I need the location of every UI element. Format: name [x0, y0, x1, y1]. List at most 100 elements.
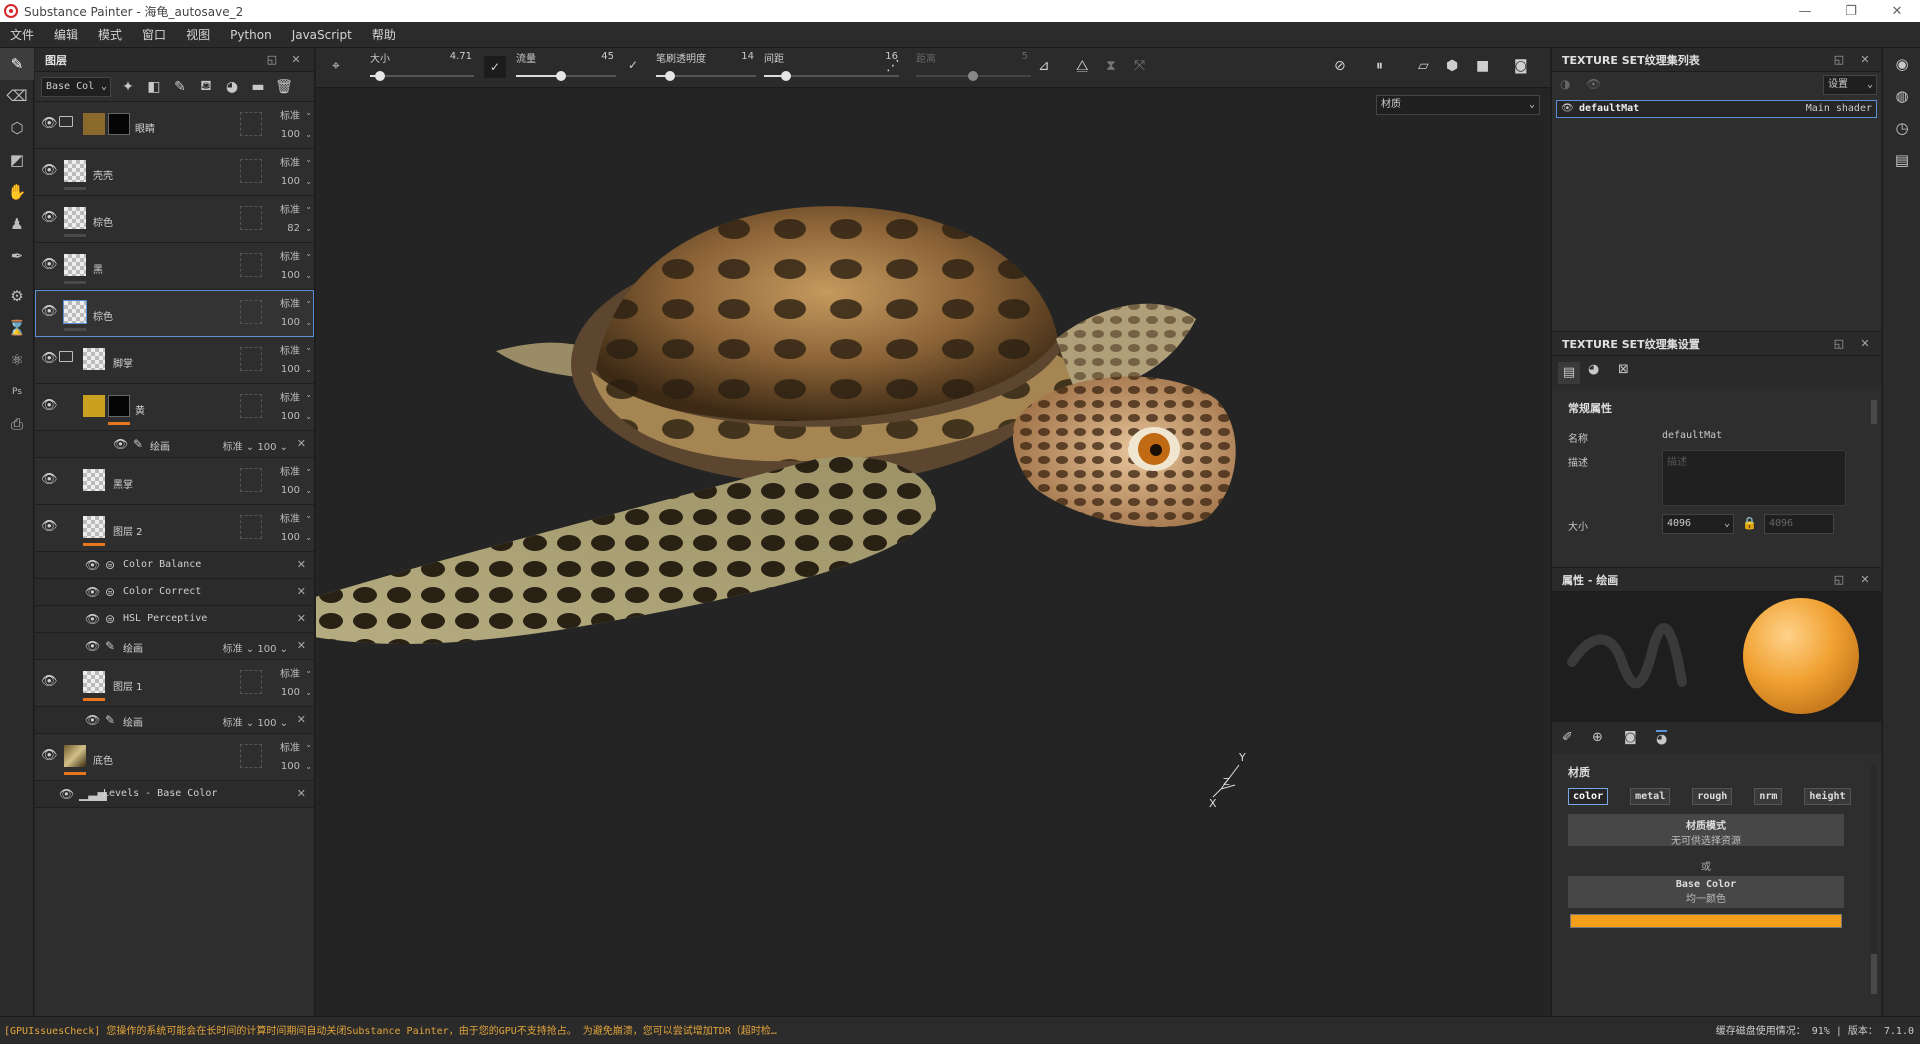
- close-panel-icon[interactable]: ✕: [1857, 52, 1873, 68]
- visibility-eye-icon[interactable]: 👁: [41, 472, 58, 487]
- tab-settings-icon[interactable]: ▤: [1558, 362, 1580, 384]
- line-angle-icon[interactable]: ⊿: [1038, 58, 1050, 74]
- visibility-eye-icon[interactable]: 👁: [41, 748, 58, 763]
- visibility-eye-icon[interactable]: 👁: [113, 437, 128, 451]
- base-color-swatch[interactable]: [1570, 914, 1842, 928]
- layer-blend-mode[interactable]: 标准: [280, 201, 300, 216]
- close-panel-icon[interactable]: ✕: [1857, 572, 1873, 588]
- layer-blend-mode[interactable]: 标准: [280, 154, 300, 169]
- photoshop-icon[interactable]: Ps: [0, 376, 34, 408]
- layer-row[interactable]: 👁 图层 1 标准 ⌄ 100 ⌄: [35, 660, 314, 707]
- layer-opacity[interactable]: 100: [281, 761, 300, 772]
- visibility-eye-icon[interactable]: 👁: [41, 257, 58, 272]
- layer-blend-mode[interactable]: 标准: [280, 665, 300, 680]
- history-icon[interactable]: ◷: [1883, 112, 1920, 144]
- visibility-eye-icon[interactable]: 👁: [59, 787, 74, 801]
- layer-row[interactable]: 👁 棕色 标准 ⌄ 82 ⌄: [35, 196, 314, 243]
- layer-opacity[interactable]: 100: [281, 364, 300, 375]
- effect-row[interactable]: 👁 ⊜ Color Correct ✕: [35, 579, 314, 606]
- 3d-viewport[interactable]: 材质 ⌄ Y X Z: [316, 89, 1550, 1016]
- remove-icon[interactable]: ✕: [297, 558, 306, 571]
- 2d-view-icon[interactable]: ▱: [1418, 58, 1429, 74]
- screenshot-camera-icon[interactable]: ◙: [1514, 58, 1528, 74]
- camera-video-icon[interactable]: ■: [1476, 58, 1489, 74]
- menu-file[interactable]: 文件: [0, 26, 44, 43]
- shader-settings-icon[interactable]: ◍: [1883, 80, 1920, 112]
- layer-row[interactable]: 👁 黑 标准 ⌄ 100 ⌄: [35, 243, 314, 290]
- bake-icon[interactable]: ⌛: [0, 312, 34, 344]
- layer-opacity[interactable]: 100: [281, 411, 300, 422]
- stroke-opacity-value[interactable]: 14: [714, 51, 754, 62]
- color-picker-icon[interactable]: ✒: [0, 240, 34, 272]
- channel-select[interactable]: Base Col ⌄: [41, 76, 111, 97]
- visibility-eye-icon[interactable]: 👁: [1561, 103, 1574, 114]
- texture-set-shader[interactable]: Main shader: [1806, 103, 1872, 114]
- float-panel-icon[interactable]: ◱: [1831, 572, 1847, 588]
- stroke-opacity-slider[interactable]: [656, 71, 756, 81]
- menu-mode[interactable]: 模式: [88, 26, 132, 43]
- visibility-eye-icon[interactable]: 👁: [85, 585, 100, 599]
- effects-icon[interactable]: ⚛: [0, 344, 34, 376]
- remove-icon[interactable]: ✕: [297, 639, 306, 652]
- visibility-eye-icon[interactable]: 👁: [85, 713, 100, 727]
- remove-icon[interactable]: ✕: [297, 437, 306, 450]
- visibility-eye-icon[interactable]: 👁: [41, 116, 58, 131]
- layer-blend-mode[interactable]: 标准: [280, 295, 300, 310]
- layer-blend-mode[interactable]: 标准: [280, 463, 300, 478]
- layer-row[interactable]: 👁 眼睛 标准 ⌄ 100 ⌄: [35, 102, 314, 149]
- scrollbar-thumb[interactable]: [1871, 954, 1877, 994]
- lock-icon[interactable]: 🔒: [1742, 516, 1757, 530]
- size-value[interactable]: 4.71: [432, 51, 472, 62]
- remove-icon[interactable]: ✕: [297, 585, 306, 598]
- effect-row[interactable]: 👁 ⊜ Color Balance ✕: [35, 552, 314, 579]
- remove-icon[interactable]: ✕: [297, 787, 306, 800]
- add-fill-layer-icon[interactable]: ⛾: [197, 78, 215, 96]
- menu-help[interactable]: 帮助: [362, 26, 406, 43]
- visibility-eye-icon[interactable]: 👁: [41, 398, 58, 413]
- visibility-eye-icon[interactable]: 👁: [41, 163, 58, 178]
- pressure-flow-icon[interactable]: ✓: [628, 58, 638, 72]
- delete-layer-icon[interactable]: 🗑: [275, 79, 293, 95]
- channel-metal-button[interactable]: metal: [1630, 788, 1671, 805]
- layer-opacity[interactable]: 100: [281, 129, 300, 140]
- tab-material-icon[interactable]: ◕: [1656, 730, 1668, 747]
- distance-slider[interactable]: [916, 71, 1031, 81]
- projection-icon[interactable]: ⬡: [0, 112, 34, 144]
- eraser-icon[interactable]: ⌫: [0, 80, 34, 112]
- layer-row[interactable]: 👁 脚掌 标准 ⌄ 100 ⌄: [35, 337, 314, 384]
- clone-stamp-icon[interactable]: ♟: [0, 208, 34, 240]
- add-folder-icon[interactable]: ▬: [249, 79, 267, 95]
- layer-opacity[interactable]: 100: [281, 176, 300, 187]
- smudge-icon[interactable]: ✋: [0, 176, 34, 208]
- layer-row-selected[interactable]: 👁 棕色 标准 ⌄ 100 ⌄: [35, 290, 314, 337]
- remove-icon[interactable]: ✕: [297, 612, 306, 625]
- base-color-button[interactable]: Base Color 均一颜色: [1568, 876, 1844, 908]
- flow-slider[interactable]: [516, 71, 616, 81]
- visibility-eye-icon[interactable]: 👁: [41, 210, 58, 225]
- brush-preset-icon[interactable]: ⌖: [332, 58, 340, 74]
- visibility-eye-icon[interactable]: 👁: [41, 351, 58, 366]
- sub-layer-blend[interactable]: 标准 ⌄ 100 ⌄: [223, 640, 288, 655]
- visibility-eye-icon[interactable]: 👁: [85, 612, 100, 626]
- visibility-eye-icon[interactable]: 👁: [41, 674, 58, 689]
- hide-grid-icon[interactable]: ⊘: [1334, 58, 1346, 74]
- effect-row[interactable]: 👁 ⊜ HSL Perceptive ✕: [35, 606, 314, 633]
- symmetry-settings-icon[interactable]: ⧗: [1106, 58, 1116, 74]
- menu-python[interactable]: Python: [220, 28, 282, 42]
- layer-blend-mode[interactable]: 标准: [280, 739, 300, 754]
- channel-rough-button[interactable]: rough: [1692, 788, 1733, 805]
- add-effect-icon[interactable]: ✦: [119, 79, 137, 95]
- tab-material-icon[interactable]: ◕: [1588, 362, 1599, 377]
- channel-nrm-button[interactable]: nrm: [1754, 788, 1783, 805]
- sub-paint-row[interactable]: 👁 ✎ 绘画 标准 ⌄ 100 ⌄ ✕: [35, 633, 314, 660]
- settings-dropdown[interactable]: 设置 ⌄: [1823, 75, 1877, 95]
- material-ball-icon[interactable]: ◑: [1560, 77, 1570, 91]
- pressure-size-icon[interactable]: ✓: [484, 56, 506, 78]
- menu-window[interactable]: 窗口: [132, 26, 176, 43]
- pause-render-icon[interactable]: ⏸: [1376, 58, 1383, 74]
- close-panel-icon[interactable]: ✕: [1857, 336, 1873, 352]
- tab-uv-icon[interactable]: ⊠: [1618, 362, 1629, 377]
- close-icon[interactable]: ✕: [1874, 0, 1920, 22]
- size-slider[interactable]: [370, 71, 474, 81]
- tab-brush-icon[interactable]: ✐: [1562, 730, 1573, 745]
